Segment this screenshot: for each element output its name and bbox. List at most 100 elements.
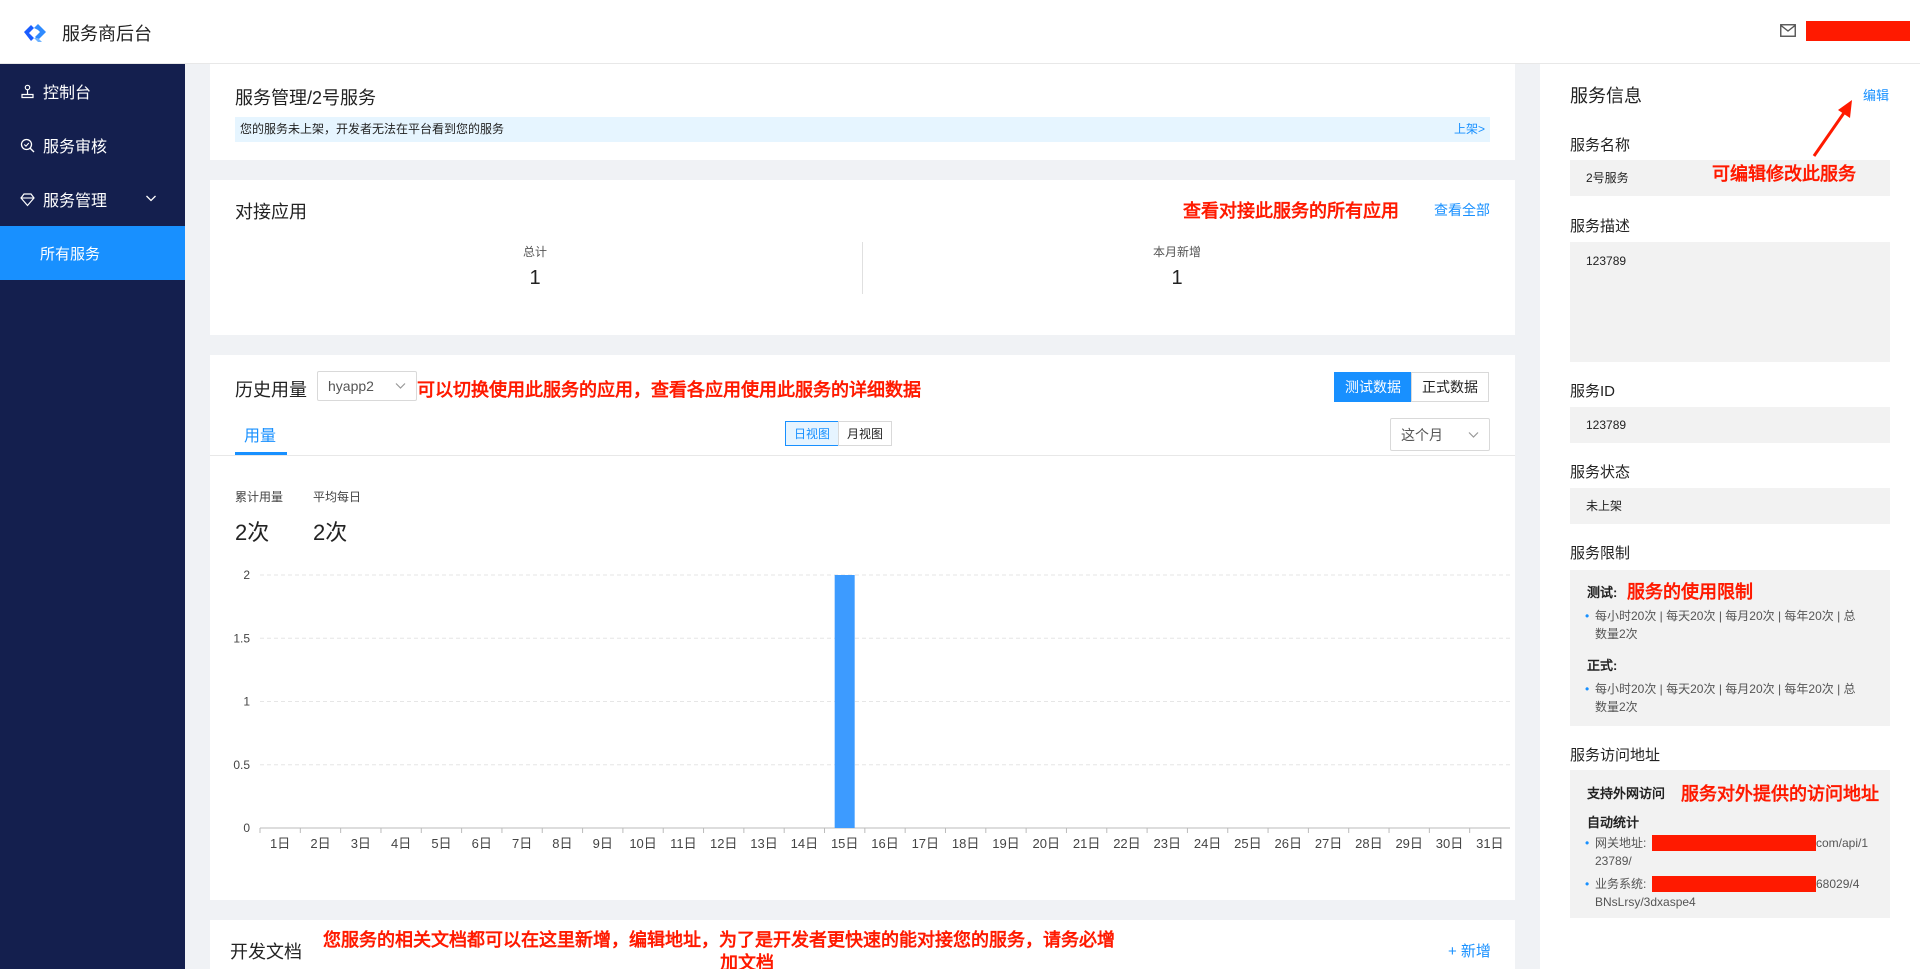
view-all-link[interactable]: 查看全部 [1434, 200, 1490, 220]
x-tick-label: 20日 [1033, 836, 1060, 851]
user-name-redacted[interactable] [1806, 21, 1910, 41]
search-review-icon [20, 138, 35, 152]
sidebar-item-label: 服务审核 [43, 139, 108, 156]
limit-prod-line2: 数量2次 [1595, 700, 1638, 714]
x-tick-label: 9日 [593, 836, 613, 851]
tab-usage[interactable]: 用量 [244, 422, 276, 446]
day-view-button[interactable]: 日视图 [785, 421, 839, 446]
service-id-value: 123789 [1586, 418, 1627, 432]
daily-average-value: 2次 [313, 520, 348, 545]
y-tick-label: 1.5 [233, 631, 250, 645]
dashboard-icon [21, 84, 34, 98]
app-select[interactable]: hyapp2 [317, 371, 417, 401]
edit-annotation: 可编辑修改此服务 [1712, 164, 1856, 184]
sidebar-item-dashboard[interactable]: 控制台 [0, 64, 185, 118]
sidebar: 控制台 服务审核 服务管理 所有服务 [0, 64, 185, 969]
service-limit-label: 服务限制 [1570, 545, 1631, 562]
gateway-url-line2: 23789/ [1595, 854, 1632, 868]
x-tick-label: 14日 [791, 836, 818, 851]
service-name-label: 服务名称 [1570, 137, 1631, 154]
add-doc-button[interactable]: + 新增 [1448, 940, 1491, 961]
x-tick-label: 12日 [710, 836, 737, 851]
view-toggle: 日视图 月视图 [785, 421, 892, 446]
dev-docs-title: 开发文档 [230, 942, 302, 962]
x-tick-label: 5日 [431, 836, 451, 851]
x-tick-label: 15日 [831, 836, 858, 851]
chevron-down-icon [1468, 431, 1479, 438]
x-tick-label: 4日 [391, 836, 411, 851]
annotation-arrow-icon [1812, 100, 1852, 157]
x-tick-label: 25日 [1234, 836, 1261, 851]
service-status-label: 服务状态 [1570, 464, 1631, 481]
notice-text: 您的服务未上架，开发者无法在平台看到您的服务 [240, 122, 505, 136]
connected-apps-annotation: 查看对接此服务的所有应用 [1183, 201, 1399, 221]
x-tick-label: 21日 [1073, 836, 1100, 851]
y-tick-label: 0.5 [233, 758, 250, 772]
dev-docs-annotation-line1: 您服务的相关文档都可以在这里新增，编辑地址，为了是开发者更快速的能对接您的服务，… [323, 930, 1115, 950]
limit-annotation: 服务的使用限制 [1627, 582, 1753, 602]
business-url-suffix: 68029/4 [1816, 877, 1860, 891]
x-tick-label: 22日 [1113, 836, 1140, 851]
stat-month-label: 本月新增 [1152, 245, 1201, 259]
test-data-button[interactable]: 测试数据 [1334, 372, 1412, 402]
x-tick-label: 23日 [1154, 836, 1181, 851]
service-desc-label: 服务描述 [1570, 218, 1631, 235]
breadcrumb: 服务管理/2号服务 [235, 88, 377, 108]
sidebar-item-label: 控制台 [43, 85, 92, 102]
x-tick-label: 26日 [1274, 836, 1301, 851]
gateway-url-suffix: com/api/1 [1816, 836, 1869, 850]
diamond-icon [20, 192, 35, 206]
total-usage-value: 2次 [235, 520, 270, 545]
publish-link[interactable]: 上架> [1454, 117, 1485, 142]
month-view-button[interactable]: 月视图 [838, 421, 892, 446]
service-desc-value: 123789 [1586, 254, 1627, 268]
service-status-field: 未上架 [1570, 488, 1890, 524]
daily-average-label: 平均每日 [313, 490, 362, 504]
x-tick-label: 10日 [629, 836, 656, 851]
limit-test-line1: 每小时20次 | 每天20次 | 每月20次 | 每年20次 | 总 [1585, 607, 1856, 625]
sidebar-item-label: 所有服务 [40, 245, 101, 263]
limit-prod-line1: 每小时20次 | 每天20次 | 每月20次 | 每年20次 | 总 [1585, 680, 1856, 698]
x-tick-label: 31日 [1476, 836, 1503, 851]
sidebar-item-all-services[interactable]: 所有服务 [0, 226, 185, 280]
y-tick-label: 2 [243, 568, 250, 582]
x-tick-label: 3日 [351, 836, 371, 851]
dev-docs-annotation-line2: 加文档 [720, 953, 774, 969]
edit-link[interactable]: 编辑 [1863, 85, 1889, 104]
data-type-toggle: 测试数据 正式数据 [1334, 372, 1489, 402]
sidebar-item-review[interactable]: 服务审核 [0, 118, 185, 172]
tab-divider [210, 455, 1515, 456]
service-header-card: 服务管理/2号服务 [210, 64, 1515, 160]
limit-prod-label: 正式: [1587, 658, 1618, 673]
connected-apps-card: 对接应用 查看对接此服务的所有应用 查看全部 总计 1 本月新增 1 [210, 180, 1515, 335]
x-tick-label: 19日 [992, 836, 1019, 851]
external-access-label: 支持外网访问 [1587, 786, 1666, 801]
bar-15日[interactable] [834, 575, 855, 828]
connected-apps-title: 对接应用 [235, 202, 307, 222]
x-tick-label: 17日 [912, 836, 939, 851]
brand-logo-icon [24, 24, 46, 42]
sidebar-item-service-management[interactable]: 服务管理 [0, 172, 185, 226]
production-data-button[interactable]: 正式数据 [1411, 372, 1489, 402]
stat-total-value: 1 [529, 267, 541, 289]
period-select[interactable]: 这个月 [1390, 418, 1490, 451]
app-title: 服务商后台 [62, 24, 152, 44]
app-select-value: hyapp2 [328, 378, 374, 394]
x-tick-label: 2日 [310, 836, 330, 851]
x-tick-label: 30日 [1436, 836, 1463, 851]
limit-test-label: 测试: [1587, 585, 1618, 600]
x-tick-label: 1日 [270, 836, 290, 851]
service-desc-field: 123789 [1570, 242, 1890, 362]
service-id-field: 123789 [1570, 407, 1890, 443]
x-tick-label: 28日 [1355, 836, 1382, 851]
service-id-label: 服务ID [1570, 383, 1616, 400]
service-name-value: 2号服务 [1586, 171, 1629, 185]
dev-docs-card: 开发文档 您服务的相关文档都可以在这里新增，编辑地址，为了是开发者更快速的能对接… [210, 920, 1515, 969]
x-tick-label: 11日 [670, 836, 697, 851]
y-tick-label: 0 [243, 821, 250, 835]
total-usage-label: 累计用量 [235, 490, 284, 504]
x-tick-label: 18日 [952, 836, 979, 851]
mail-icon[interactable] [1780, 24, 1796, 37]
stat-month-value: 1 [1171, 267, 1183, 289]
usage-bar-chart: 00.511.521日 2日 3日 4日 5日 6日 7日 8日 9日 10日 11日 12日 13日 1… [233, 568, 1510, 851]
